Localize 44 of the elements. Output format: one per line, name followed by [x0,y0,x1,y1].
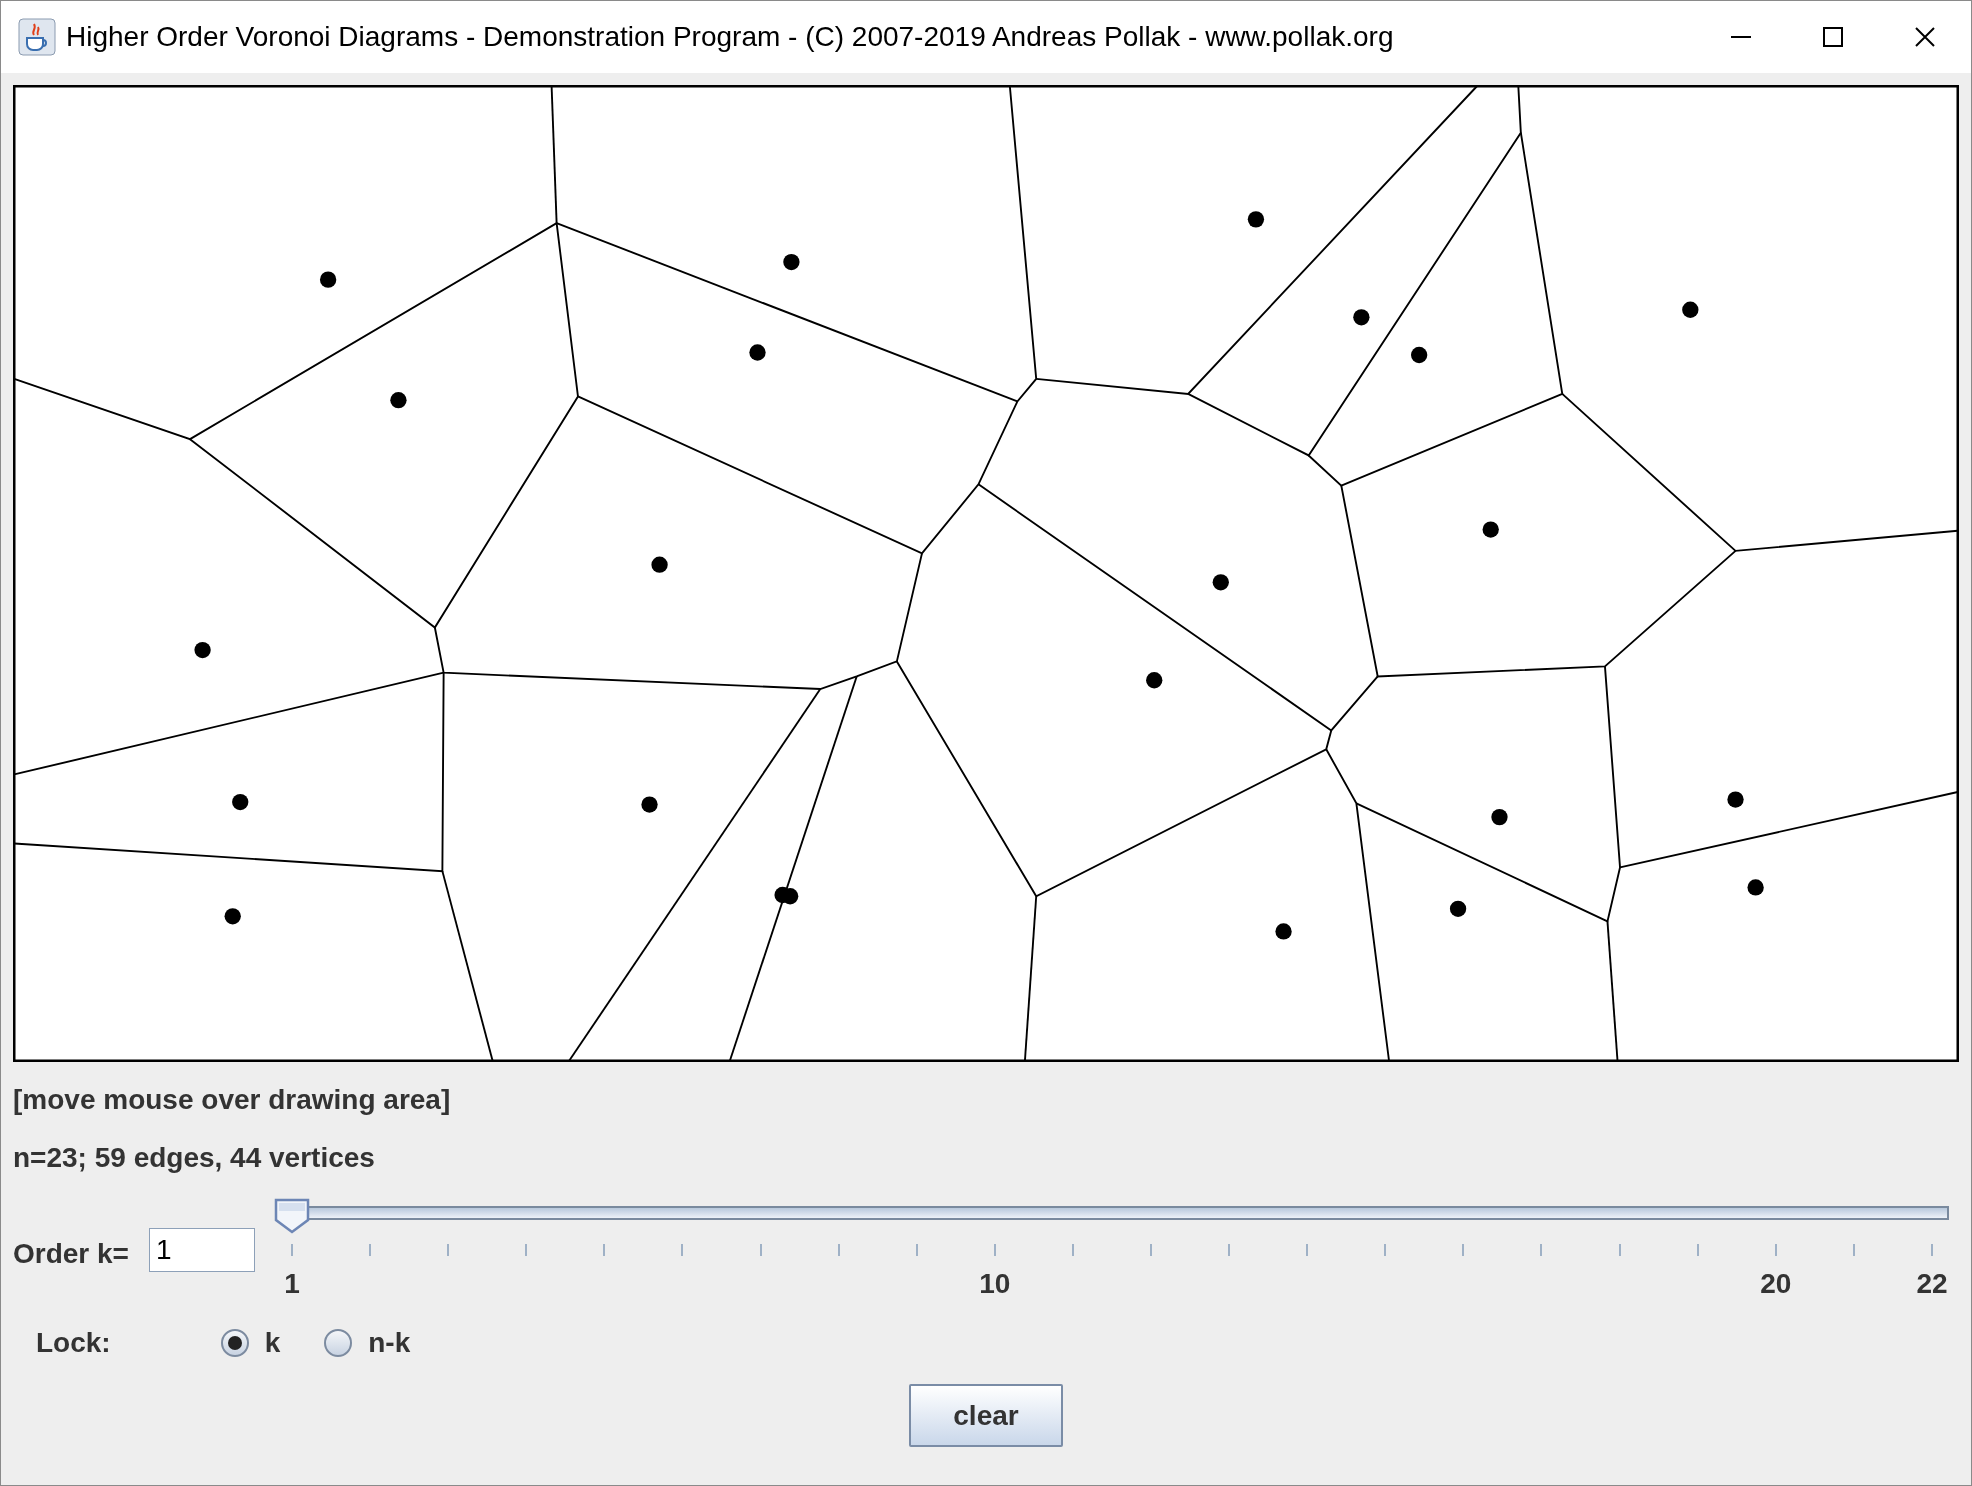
slider-tick [1228,1244,1231,1256]
slider-tick [915,1244,918,1256]
lock-radio-option[interactable]: k [220,1327,281,1359]
order-label: Order k= [13,1238,129,1270]
radio-button[interactable] [324,1329,353,1357]
slider-tick [1618,1244,1621,1256]
slider-tick [1930,1244,1933,1256]
slider-tick [290,1244,293,1256]
clear-button[interactable]: clear [909,1384,1063,1447]
close-icon [1915,27,1935,47]
slider-tick [1462,1244,1465,1256]
slider-tick [1384,1244,1387,1256]
window-title: Higher Order Voronoi Diagrams - Demonstration Program - (C) 2007-2019 Andreas Pollak - www.pollak.org [66,21,1394,53]
slider-thumb[interactable] [273,1198,310,1234]
slider-tick [603,1244,606,1256]
minimize-icon [1731,36,1751,38]
slider-tick [837,1244,840,1256]
slider-tick [759,1244,762,1256]
order-input-field[interactable]: 1 [148,1228,255,1272]
status-text: [move mouse over drawing area] [13,1084,452,1116]
slider-tick [1696,1244,1699,1256]
coffee-cup-icon [18,18,56,56]
order-slider[interactable]: 1 10 20 22 [278,1196,1949,1306]
slider-tick [447,1244,450,1256]
tick-label: 20 [1760,1268,1792,1300]
tick-label: 1 [284,1268,300,1300]
radio-button[interactable] [220,1329,249,1357]
slider-tick [1071,1244,1074,1256]
lock-label: Lock: [36,1327,111,1359]
slider-tick [1306,1244,1309,1256]
slider-tick [681,1244,684,1256]
slider-tick [1852,1244,1855,1256]
slider-tick [993,1244,996,1256]
tick-label: 10 [979,1268,1011,1300]
lock-radio-option[interactable]: n-k [324,1327,411,1359]
slider-tick [1150,1244,1152,1256]
voronoi-diagram-drawing[interactable] [13,85,1959,1062]
tick-label: 22 [1916,1268,1948,1300]
stats-text: n=23; 59 edges, 44 vertices [13,1142,376,1174]
slider-tick [369,1244,372,1256]
slider-tick [525,1244,528,1256]
maximize-icon [1823,27,1843,47]
slider-tick [1540,1244,1543,1256]
slider-tick [1774,1244,1777,1256]
